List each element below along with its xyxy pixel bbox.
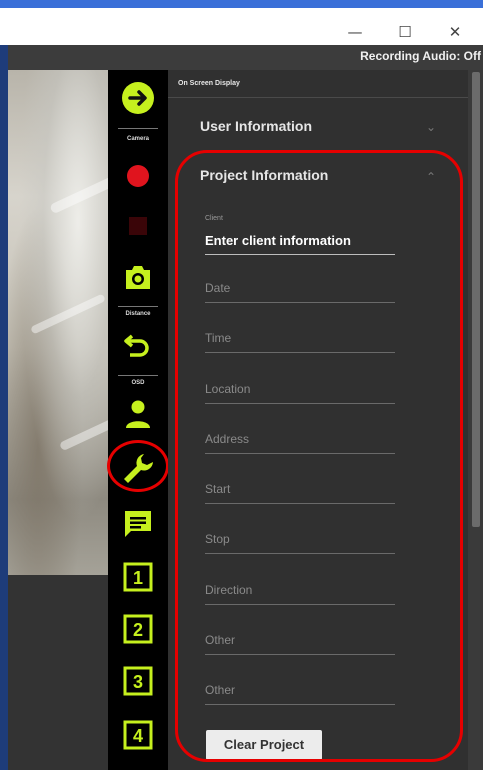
close-button[interactable]: ✕: [440, 20, 470, 44]
preset-2-label: 2: [133, 620, 143, 640]
other-field-2[interactable]: Other: [205, 665, 395, 705]
client-field[interactable]: Client Enter client information: [205, 215, 395, 255]
preset-1-icon[interactable]: 1: [108, 562, 168, 592]
distance-label: Distance: [125, 311, 151, 317]
stop-placeholder: Stop: [205, 532, 230, 546]
osd-label: OSD: [131, 380, 145, 386]
comment-icon[interactable]: [108, 508, 168, 540]
video-background: [8, 575, 108, 770]
time-field[interactable]: Time: [205, 313, 395, 353]
preset-2-icon[interactable]: 2: [108, 614, 168, 644]
direction-field[interactable]: Direction: [205, 565, 395, 605]
maximize-button[interactable]: ☐: [390, 20, 420, 44]
address-field[interactable]: Address: [205, 414, 395, 454]
arrow-right-circle-icon[interactable]: [108, 80, 168, 116]
title-bar: — ☐ ✕: [0, 0, 483, 45]
direction-placeholder: Direction: [205, 583, 253, 597]
client-input[interactable]: Enter client information: [205, 233, 351, 248]
person-icon[interactable]: [108, 398, 168, 430]
location-field[interactable]: Location: [205, 364, 395, 404]
address-placeholder: Address: [205, 432, 250, 446]
minimize-button[interactable]: —: [340, 20, 370, 44]
record-icon[interactable]: [108, 162, 168, 190]
recording-status: Recording Audio: Off: [360, 49, 481, 63]
user-information-header[interactable]: User Information: [200, 118, 312, 134]
window-edge: [0, 45, 8, 770]
date-placeholder: Date: [205, 281, 231, 295]
other-field-1[interactable]: Other: [205, 615, 395, 655]
chevron-down-icon[interactable]: ⌄: [426, 120, 436, 134]
undo-icon[interactable]: [108, 328, 168, 360]
start-placeholder: Start: [205, 482, 231, 496]
camera-icon[interactable]: [108, 262, 168, 292]
status-bar: Recording Audio: Off: [8, 45, 483, 70]
other-placeholder-1: Other: [205, 633, 236, 647]
osd-panel: On Screen Display User Information ⌄ Pro…: [168, 70, 468, 770]
chevron-up-icon[interactable]: ⌃: [426, 170, 436, 184]
time-placeholder: Time: [205, 331, 232, 345]
panel-title: On Screen Display: [178, 80, 240, 87]
stop-icon[interactable]: [108, 214, 168, 238]
other-placeholder-2: Other: [205, 683, 236, 697]
start-field[interactable]: Start: [205, 464, 395, 504]
video-feed[interactable]: [8, 70, 108, 575]
preset-3-label: 3: [133, 672, 143, 692]
location-placeholder: Location: [205, 382, 251, 396]
panel-scrollbar-thumb[interactable]: [472, 72, 480, 527]
wrench-icon[interactable]: [108, 450, 168, 486]
preset-4-label: 4: [133, 726, 143, 746]
preset-3-icon[interactable]: 3: [108, 666, 168, 696]
preset-4-icon[interactable]: 4: [108, 720, 168, 750]
toolbar: Camera Distance OSD 1 2 3 4: [108, 70, 168, 770]
stop-field[interactable]: Stop: [205, 514, 395, 554]
date-field[interactable]: Date: [205, 263, 395, 303]
clear-project-button[interactable]: Clear Project: [206, 730, 322, 760]
camera-label: Camera: [126, 136, 149, 142]
preset-1-label: 1: [133, 568, 143, 588]
client-label: Client: [205, 215, 223, 222]
project-information-header[interactable]: Project Information: [200, 167, 328, 183]
